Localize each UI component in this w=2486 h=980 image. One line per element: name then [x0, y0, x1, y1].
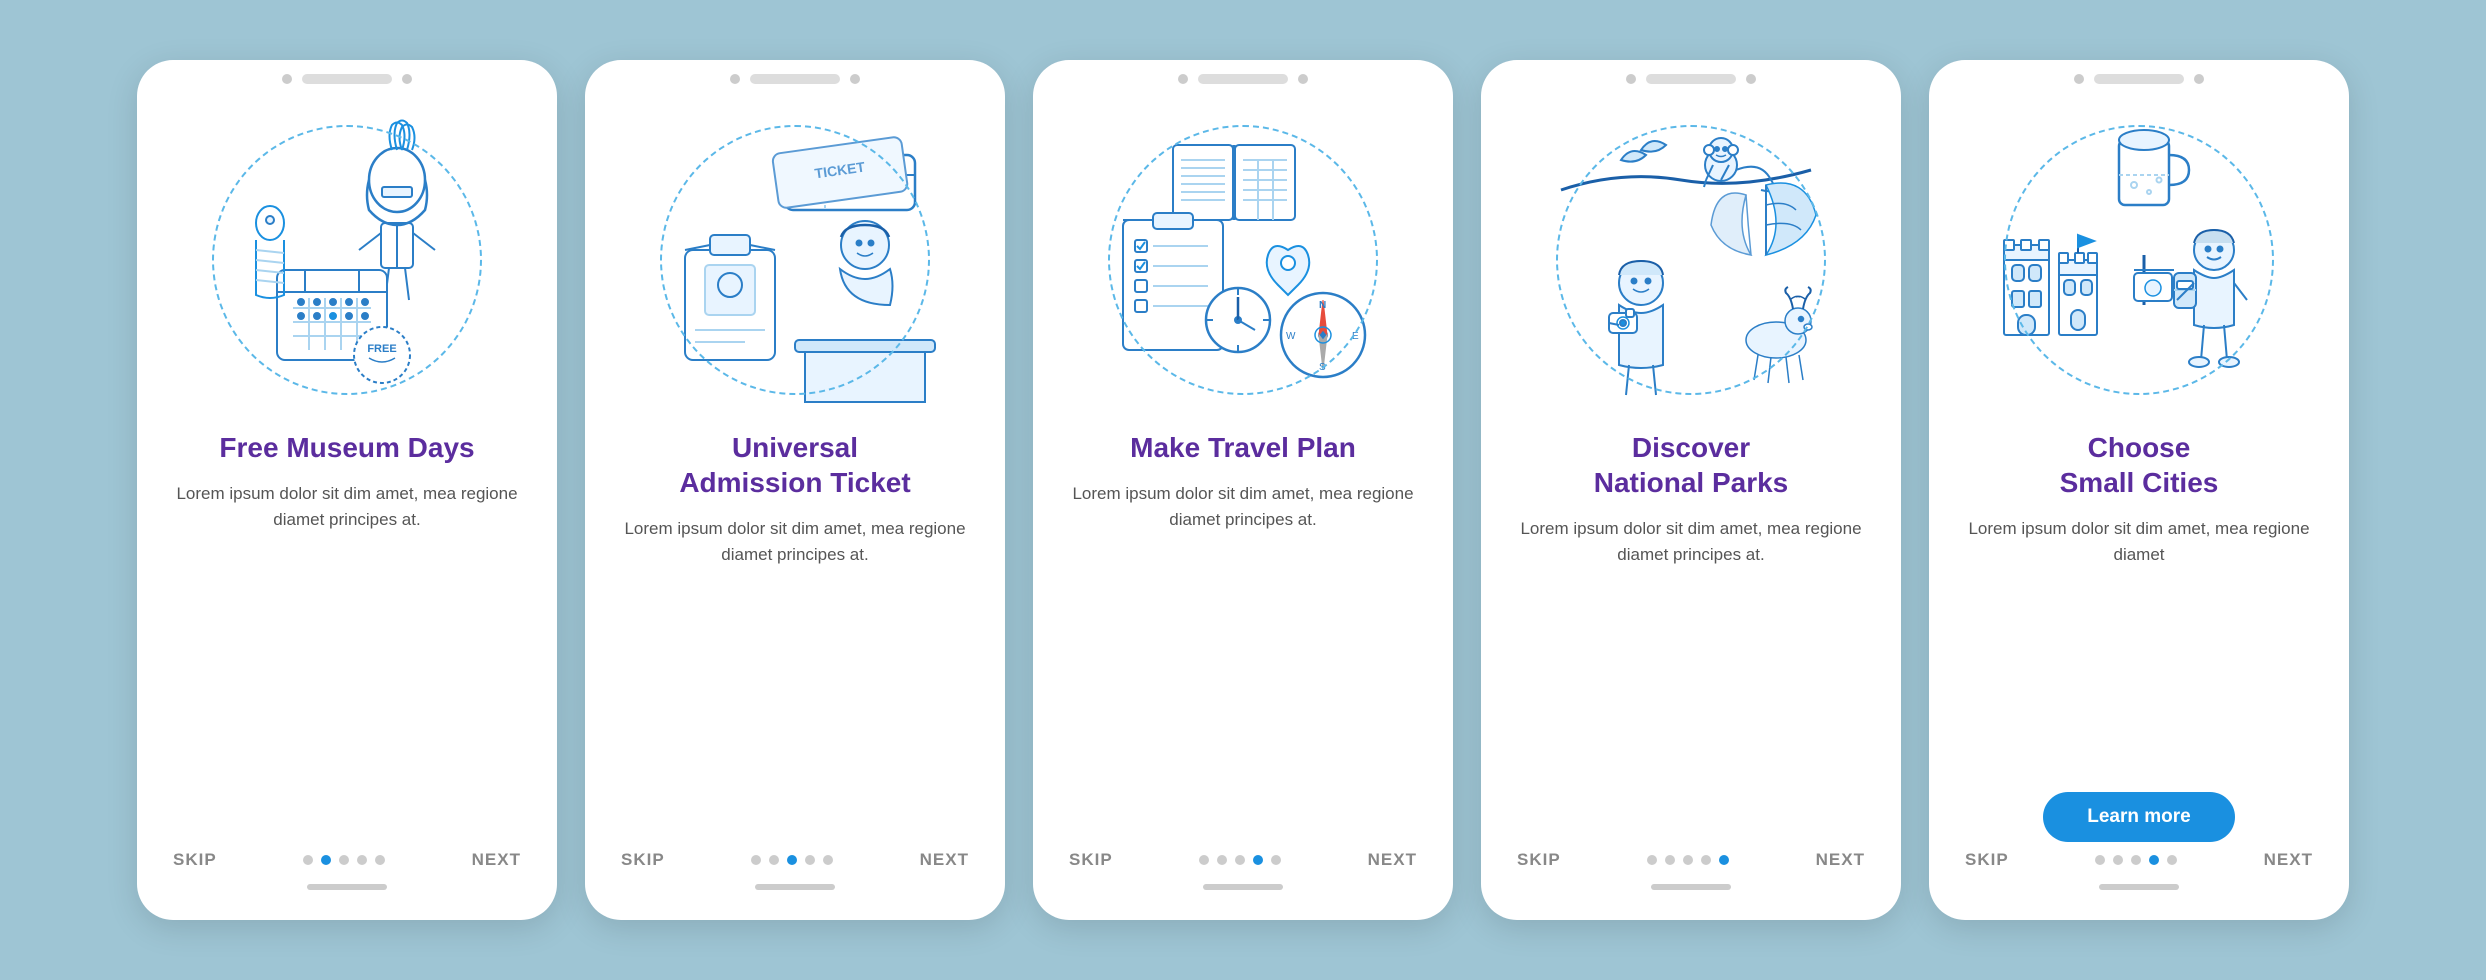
top-bar-3 [1033, 60, 1453, 90]
screens-container: FREE Free Museum Days Lorem ipsum [77, 20, 2409, 960]
body-1: Lorem ipsum dolor sit dim amet, mea regi… [137, 481, 557, 850]
top-dot-9 [2074, 74, 2084, 84]
skip-btn-5[interactable]: SKIP [1965, 850, 2009, 870]
top-bar-line-5 [2094, 74, 2184, 84]
dot-2-1 [751, 855, 761, 865]
dot-5-5 [2167, 855, 2177, 865]
title-2: UniversalAdmission Ticket [649, 430, 940, 500]
dot-5-4 [2149, 855, 2159, 865]
nav-dots-5 [2095, 855, 2177, 865]
top-bar-line-4 [1646, 74, 1736, 84]
top-dot-3 [730, 74, 740, 84]
dot-1-3 [339, 855, 349, 865]
top-bar-5 [1929, 60, 2349, 90]
nav-dots-3 [1199, 855, 1281, 865]
dot-2-5 [823, 855, 833, 865]
dot-1-5 [375, 855, 385, 865]
bottom-bar-5 [2099, 884, 2179, 890]
illustration-cities [1929, 90, 2349, 430]
nav-2: SKIP NEXT [585, 850, 1005, 870]
dot-4-1 [1647, 855, 1657, 865]
dot-4-4 [1701, 855, 1711, 865]
dot-4-3 [1683, 855, 1693, 865]
body-4: Lorem ipsum dolor sit dim amet, mea regi… [1481, 516, 1901, 850]
bottom-bar-4 [1651, 884, 1731, 890]
dot-3-4 [1253, 855, 1263, 865]
top-dot-7 [1626, 74, 1636, 84]
dashed-circle-3 [1108, 125, 1378, 395]
skip-btn-4[interactable]: SKIP [1517, 850, 1561, 870]
dot-4-2 [1665, 855, 1675, 865]
bottom-bar-2 [755, 884, 835, 890]
title-1: Free Museum Days [189, 430, 504, 465]
dot-2-2 [769, 855, 779, 865]
top-bar-1 [137, 60, 557, 90]
nav-dots-2 [751, 855, 833, 865]
top-dot-8 [1746, 74, 1756, 84]
dashed-circle-1 [212, 125, 482, 395]
top-bar-line-1 [302, 74, 392, 84]
illustration-travel: N S W E [1033, 90, 1453, 430]
bottom-bar-1 [307, 884, 387, 890]
body-2: Lorem ipsum dolor sit dim amet, mea regi… [585, 516, 1005, 850]
body-3: Lorem ipsum dolor sit dim amet, mea regi… [1033, 481, 1453, 850]
dot-1-4 [357, 855, 367, 865]
dot-3-2 [1217, 855, 1227, 865]
top-bar-line-2 [750, 74, 840, 84]
nav-dots-1 [303, 855, 385, 865]
dot-4-5 [1719, 855, 1729, 865]
dot-1-1 [303, 855, 313, 865]
dot-5-1 [2095, 855, 2105, 865]
top-dot-5 [1178, 74, 1188, 84]
dot-5-3 [2131, 855, 2141, 865]
illustration-museum: FREE [137, 90, 557, 430]
top-dot-6 [1298, 74, 1308, 84]
illustration-parks [1481, 90, 1901, 430]
dot-1-2 [321, 855, 331, 865]
title-3: Make Travel Plan [1100, 430, 1386, 465]
nav-1: SKIP NEXT [137, 850, 557, 870]
skip-btn-2[interactable]: SKIP [621, 850, 665, 870]
body-5: Lorem ipsum dolor sit dim amet, mea regi… [1929, 516, 2349, 782]
top-dot-4 [850, 74, 860, 84]
next-btn-5[interactable]: NEXT [2264, 850, 2313, 870]
top-bar-4 [1481, 60, 1901, 90]
top-dot-2 [402, 74, 412, 84]
next-btn-3[interactable]: NEXT [1368, 850, 1417, 870]
top-bar-line-3 [1198, 74, 1288, 84]
bottom-bar-3 [1203, 884, 1283, 890]
dot-3-1 [1199, 855, 1209, 865]
title-4: DiscoverNational Parks [1564, 430, 1819, 500]
next-btn-4[interactable]: NEXT [1816, 850, 1865, 870]
nav-3: SKIP NEXT [1033, 850, 1453, 870]
phone-screen-3: N S W E Make Travel Plan Lorem ipsum dol… [1033, 60, 1453, 920]
skip-btn-1[interactable]: SKIP [173, 850, 217, 870]
top-dot-1 [282, 74, 292, 84]
top-bar-2 [585, 60, 1005, 90]
nav-4: SKIP NEXT [1481, 850, 1901, 870]
next-btn-2[interactable]: NEXT [920, 850, 969, 870]
dot-2-4 [805, 855, 815, 865]
top-dot-10 [2194, 74, 2204, 84]
dot-5-2 [2113, 855, 2123, 865]
title-5: ChooseSmall Cities [2030, 430, 2249, 500]
next-btn-1[interactable]: NEXT [472, 850, 521, 870]
phone-screen-4: DiscoverNational Parks Lorem ipsum dolor… [1481, 60, 1901, 920]
dashed-circle-4 [1556, 125, 1826, 395]
dashed-circle-2 [660, 125, 930, 395]
dot-3-3 [1235, 855, 1245, 865]
skip-btn-3[interactable]: SKIP [1069, 850, 1113, 870]
learn-more-button[interactable]: Learn more [2043, 792, 2234, 842]
nav-5: SKIP NEXT [1929, 850, 2349, 870]
dot-3-5 [1271, 855, 1281, 865]
nav-dots-4 [1647, 855, 1729, 865]
dot-2-3 [787, 855, 797, 865]
illustration-ticket: TICKET TICKET [585, 90, 1005, 430]
phone-screen-1: FREE Free Museum Days Lorem ipsum [137, 60, 557, 920]
phone-screen-5: ChooseSmall Cities Lorem ipsum dolor sit… [1929, 60, 2349, 920]
dashed-circle-5 [2004, 125, 2274, 395]
phone-screen-2: TICKET TICKET [585, 60, 1005, 920]
